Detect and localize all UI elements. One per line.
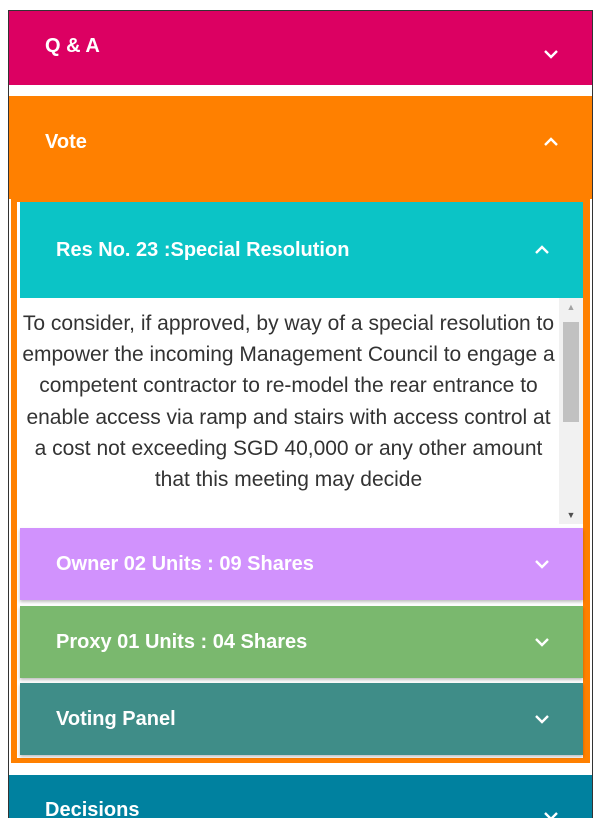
chevron-down-icon[interactable] [540,43,562,65]
vote-section-header[interactable]: Vote [9,96,592,199]
resolution-title: Res No. 23 :Special Resolution [56,238,350,261]
resolution-scrollbar[interactable]: ▲ ▼ [559,298,583,524]
scroll-down-arrow-icon[interactable]: ▼ [559,506,583,524]
decisions-section-header[interactable]: Decisions [9,775,592,818]
owner-title: Owner 02 Units : 09 Shares [56,552,314,575]
scroll-up-arrow-icon[interactable]: ▲ [559,298,583,316]
voting-panel-header[interactable]: Voting Panel [20,683,583,755]
scroll-thumb[interactable] [563,322,579,422]
voting-panel-title: Voting Panel [56,707,176,730]
decisions-title: Decisions [45,799,140,818]
vote-title: Vote [45,131,87,153]
vote-content: Res No. 23 :Special Resolution To consid… [17,202,583,758]
chevron-up-icon[interactable] [531,239,553,261]
qa-title: Q & A [45,35,100,57]
chevron-up-icon[interactable] [540,131,562,153]
resolution-body[interactable]: To consider, if approved, by way of a sp… [20,298,583,524]
qa-section-header[interactable]: Q & A [9,11,592,85]
proxy-title: Proxy 01 Units : 04 Shares [56,630,308,653]
proxy-section-header[interactable]: Proxy 01 Units : 04 Shares [20,606,583,678]
accordion-container: Q & A Vote Res No. 23 :Special Resolutio… [8,10,593,818]
owner-section-header[interactable]: Owner 02 Units : 09 Shares [20,528,583,600]
chevron-down-icon[interactable] [531,708,553,730]
chevron-down-icon[interactable] [540,805,562,818]
chevron-down-icon[interactable] [531,631,553,653]
vote-section-body: Res No. 23 :Special Resolution To consid… [11,197,590,763]
resolution-header[interactable]: Res No. 23 :Special Resolution [20,202,583,298]
resolution-description: To consider, if approved, by way of a sp… [22,312,555,492]
chevron-down-icon[interactable] [531,553,553,575]
